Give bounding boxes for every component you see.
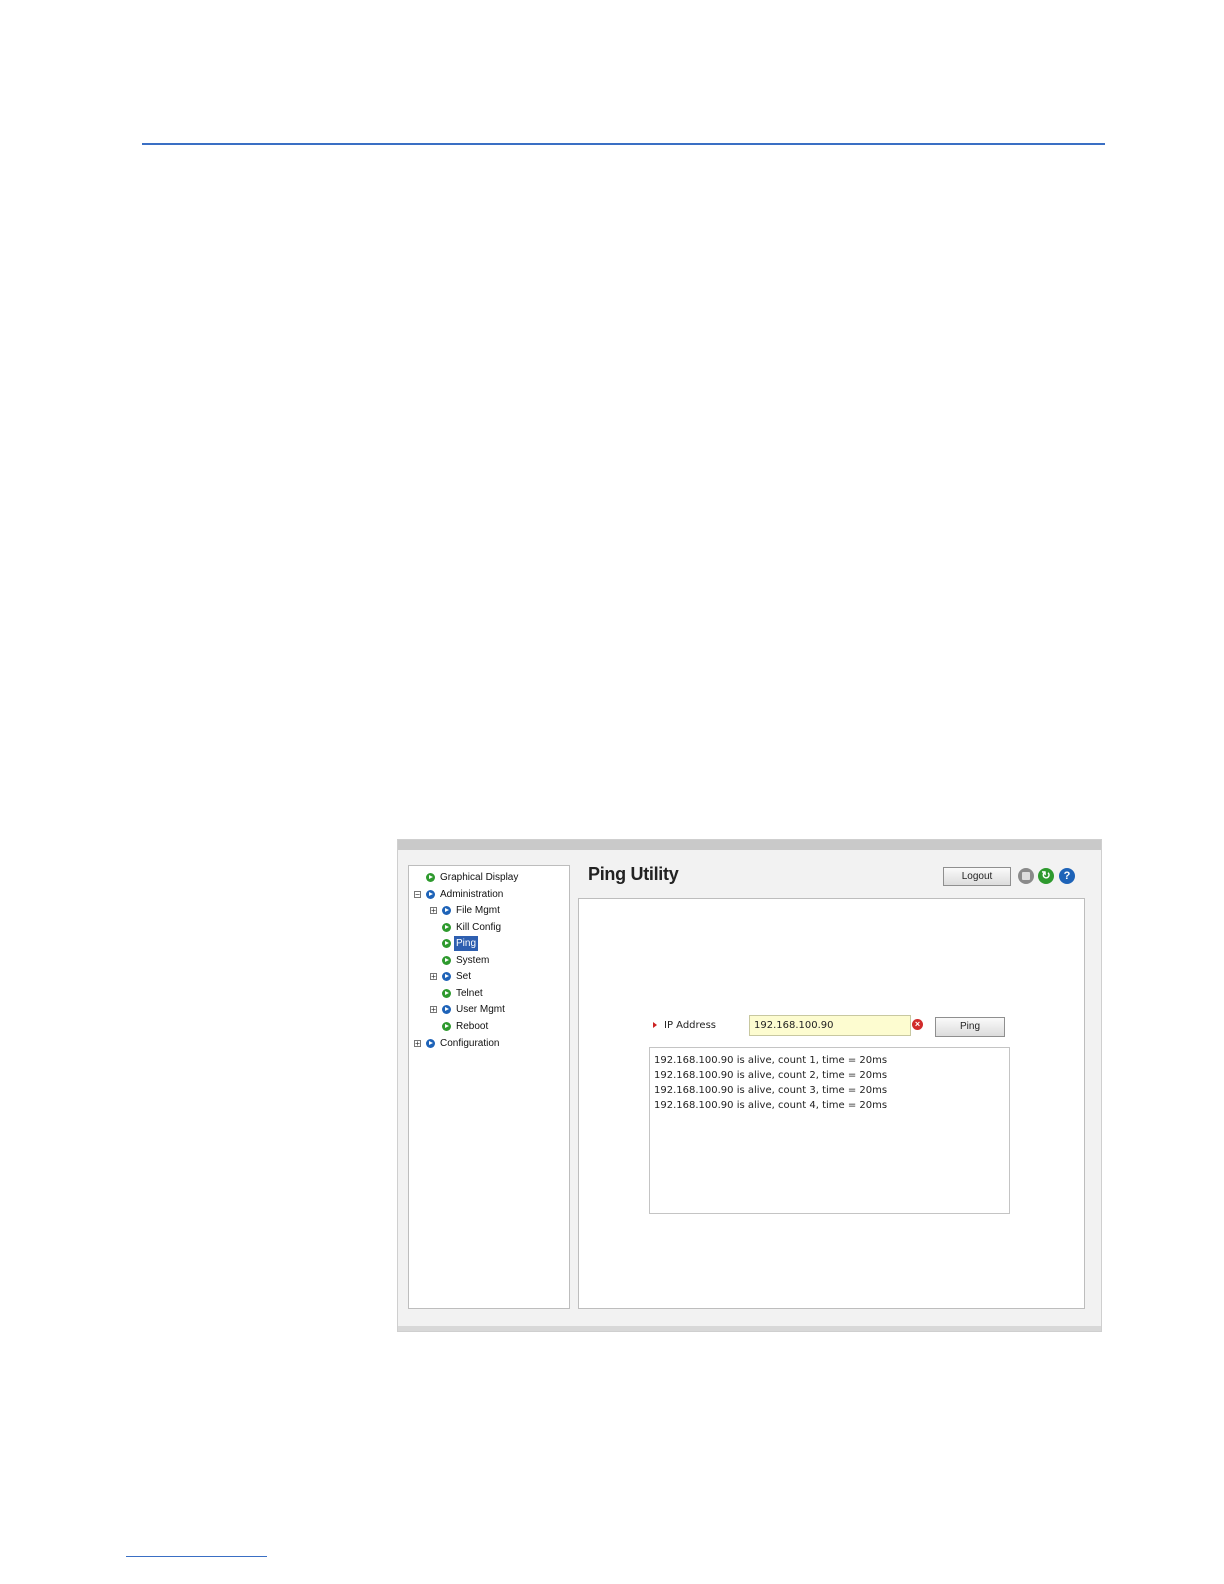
green-arrow-icon bbox=[426, 873, 435, 882]
refresh-icon[interactable]: ↻ bbox=[1038, 868, 1054, 884]
tree-item-label-selected: Ping bbox=[454, 936, 479, 951]
app-window: Graphical Display − Administration + Fil… bbox=[397, 839, 1102, 1332]
blue-arrow-icon bbox=[426, 1039, 435, 1048]
blue-arrow-icon bbox=[442, 1005, 451, 1014]
green-arrow-icon bbox=[442, 939, 451, 948]
tree-item-label: System bbox=[456, 955, 490, 966]
output-line: 192.168.100.90 is alive, count 1, time =… bbox=[654, 1055, 888, 1066]
tree-item-label: Reboot bbox=[456, 1021, 489, 1032]
page-title: Ping Utility bbox=[588, 864, 679, 884]
navigation-tree: Graphical Display − Administration + Fil… bbox=[408, 865, 570, 1309]
tree-item-configuration[interactable]: + Configuration bbox=[414, 1036, 501, 1051]
output-line: 192.168.100.90 is alive, count 2, time =… bbox=[654, 1070, 888, 1081]
green-arrow-icon bbox=[442, 1022, 451, 1031]
expand-icon[interactable]: + bbox=[430, 907, 437, 915]
tree-item-reboot[interactable]: Reboot bbox=[430, 1019, 490, 1034]
ping-button[interactable]: Ping bbox=[935, 1017, 1005, 1037]
tree-item-ping[interactable]: Ping bbox=[430, 936, 479, 951]
tree-item-kill-config[interactable]: Kill Config bbox=[430, 920, 503, 935]
expand-icon[interactable]: + bbox=[414, 1040, 421, 1048]
help-icon[interactable]: ? bbox=[1059, 868, 1075, 884]
tree-item-set[interactable]: + Set bbox=[430, 969, 473, 984]
tree-item-label: User Mgmt bbox=[456, 1004, 505, 1015]
tree-item-label: Kill Config bbox=[456, 922, 502, 933]
tree-item-label: Administration bbox=[440, 889, 504, 900]
output-line: 192.168.100.90 is alive, count 4, time =… bbox=[654, 1100, 888, 1111]
required-marker-icon bbox=[653, 1022, 657, 1028]
ping-content-panel: IP Address × Ping 192.168.100.90 is aliv… bbox=[578, 898, 1085, 1309]
tree-item-label: Configuration bbox=[440, 1038, 500, 1049]
green-arrow-icon bbox=[442, 989, 451, 998]
tree-item-label: Set bbox=[456, 971, 472, 982]
blue-arrow-icon bbox=[426, 890, 435, 899]
tree-item-telnet[interactable]: Telnet bbox=[430, 986, 485, 1001]
ip-address-input[interactable] bbox=[749, 1015, 911, 1036]
clear-icon[interactable]: × bbox=[912, 1019, 923, 1030]
ip-address-label: IP Address bbox=[664, 1020, 716, 1031]
expand-icon[interactable]: + bbox=[430, 973, 437, 981]
tree-item-label: File Mgmt bbox=[456, 905, 500, 916]
tree-item-file-mgmt[interactable]: + File Mgmt bbox=[430, 903, 502, 918]
tree-item-graphical-display[interactable]: Graphical Display bbox=[414, 870, 520, 885]
green-arrow-icon bbox=[442, 956, 451, 965]
collapse-icon[interactable]: − bbox=[414, 891, 421, 899]
tree-item-label: Graphical Display bbox=[440, 872, 519, 883]
blue-arrow-icon bbox=[442, 972, 451, 981]
window-top-bar bbox=[398, 840, 1101, 850]
blue-arrow-icon bbox=[442, 906, 451, 915]
tree-item-system[interactable]: System bbox=[430, 953, 491, 968]
tree-item-administration[interactable]: − Administration bbox=[414, 887, 505, 902]
tree-item-label: Telnet bbox=[456, 988, 483, 999]
green-arrow-icon bbox=[442, 923, 451, 932]
tree-item-user-mgmt[interactable]: + User Mgmt bbox=[430, 1002, 507, 1017]
ping-output-box[interactable]: 192.168.100.90 is alive, count 1, time =… bbox=[649, 1047, 1010, 1214]
page-header-rule bbox=[142, 143, 1105, 145]
expand-icon[interactable]: + bbox=[430, 1006, 437, 1014]
window-bottom-bar bbox=[398, 1326, 1101, 1331]
output-line: 192.168.100.90 is alive, count 3, time =… bbox=[654, 1085, 888, 1096]
logout-button[interactable]: Logout bbox=[943, 867, 1011, 886]
footnote-rule bbox=[126, 1556, 267, 1557]
save-icon[interactable] bbox=[1018, 868, 1034, 884]
